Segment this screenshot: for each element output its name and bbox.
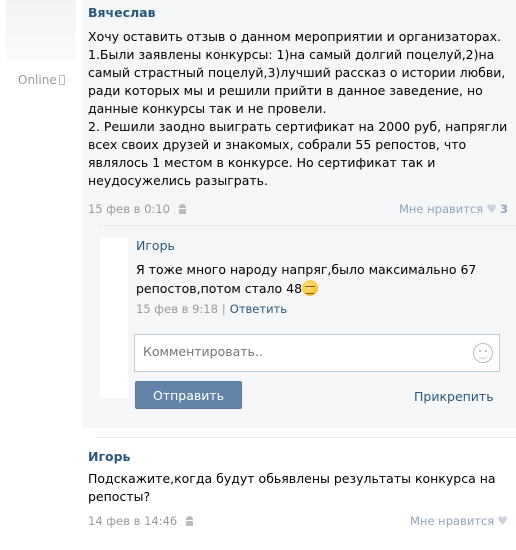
post-date[interactable]: 15 фев в 0:10 [88, 202, 170, 216]
attach-link[interactable]: Прикрепить [414, 389, 494, 404]
mobile-phone-icon [58, 75, 65, 85]
like-button[interactable]: Мне нравится ♥ [410, 514, 508, 528]
like-count: 3 [499, 202, 508, 216]
left-rail: Online [0, 0, 82, 550]
post2-meta: 14 фев в 14:46 Мне нравится ♥ [88, 512, 508, 530]
post2-date[interactable]: 14 фев в 14:46 [88, 514, 177, 528]
post-body: Вячеслав Хочу оставить отзыв о данном ме… [88, 4, 508, 190]
reply-meta: 15 фев в 9:18 | Ответить [136, 302, 287, 316]
send-button[interactable]: Отправить [135, 381, 242, 409]
like-button[interactable]: Мне нравится ♥ 3 [399, 202, 508, 216]
online-label: Online [18, 73, 57, 87]
heart-icon: ♥ [486, 202, 497, 216]
post2-text: Подскажите,когда будут обьявлены результ… [88, 471, 496, 504]
post2-author[interactable]: Игорь [88, 449, 130, 464]
heart-icon: ♥ [497, 514, 508, 528]
divider [98, 225, 516, 226]
pensive-emoji-icon [302, 280, 319, 296]
avatar[interactable] [6, 0, 76, 60]
post-author[interactable]: Вячеслав [88, 4, 508, 22]
reply-author[interactable]: Игорь [136, 238, 506, 254]
post-text: Хочу оставить отзыв о данном мероприятии… [88, 29, 508, 188]
like-label: Мне нравится [398, 202, 484, 216]
reply-meta-separator: | [221, 302, 226, 316]
post-meta: 15 фев в 0:10 Мне нравится ♥ 3 [88, 200, 508, 218]
android-icon [185, 516, 194, 526]
android-icon [178, 204, 187, 214]
reply-avatar[interactable] [100, 238, 128, 398]
reply-text: Я тоже много народу напряг,было максимал… [136, 260, 506, 298]
comment-box[interactable] [134, 334, 500, 372]
divider [96, 437, 516, 438]
reply-answer-link[interactable]: Ответить [230, 302, 287, 316]
like-label: Мне нравится [410, 514, 495, 528]
online-status: Online [18, 73, 65, 87]
smile-icon[interactable] [473, 343, 493, 363]
reply-item: Игорь Я тоже много народу напряг,было ма… [136, 238, 506, 298]
reply-date[interactable]: 15 фев в 9:18 [136, 302, 218, 316]
comment-input[interactable] [143, 344, 463, 359]
